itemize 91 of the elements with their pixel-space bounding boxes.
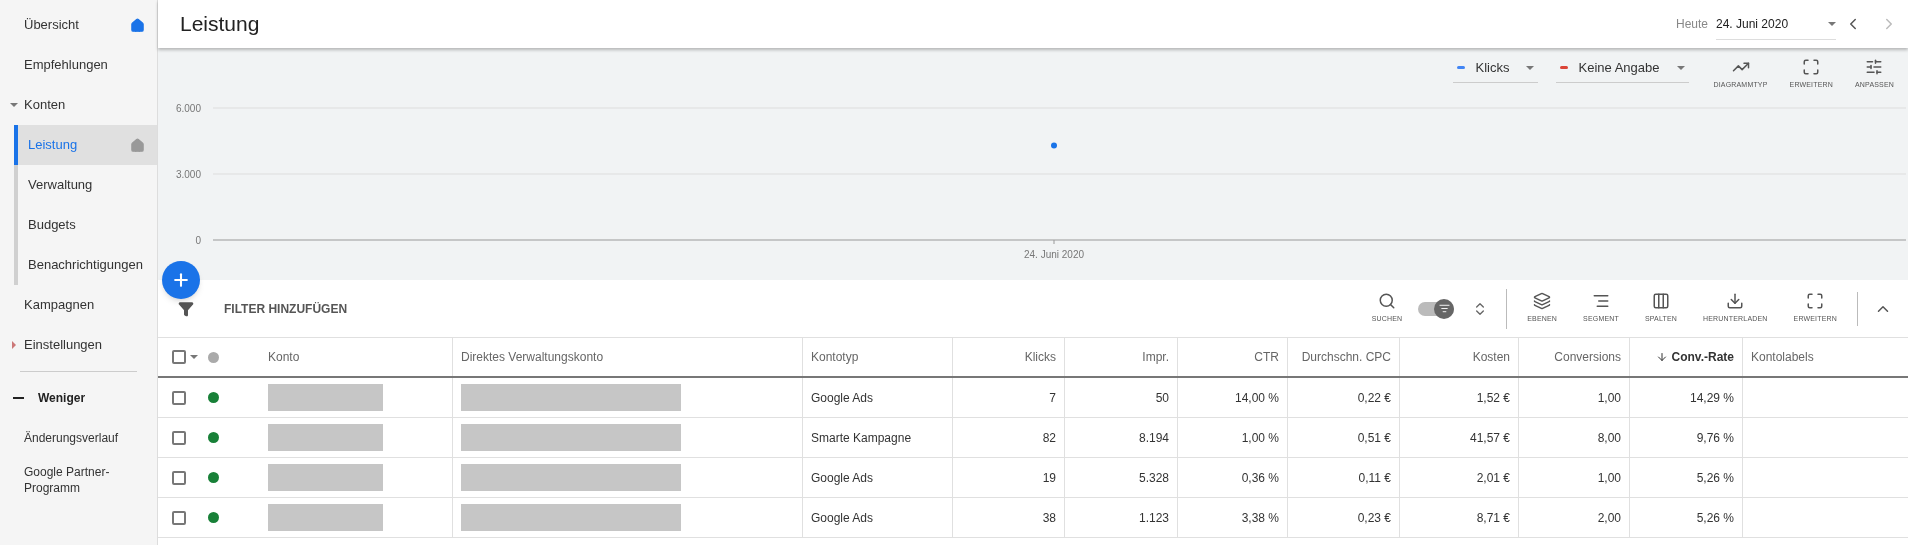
column-header[interactable]: Konto xyxy=(260,338,453,376)
table-cell-text: 14,00 % xyxy=(1234,389,1279,407)
column-header[interactable]: Direktes Verwaltungskonto xyxy=(453,338,803,376)
table-cell-text: 19 xyxy=(1042,469,1056,487)
table-cell-text: 8,71 € xyxy=(1476,509,1510,527)
status-icon xyxy=(208,351,219,363)
table-cell-text: 8,00 xyxy=(1597,429,1621,447)
column-header[interactable]: Conv.-Rate xyxy=(1630,338,1743,376)
nav-item[interactable]: Konten xyxy=(0,85,157,125)
table-cell-text: 0,22 € xyxy=(1357,389,1391,407)
table-cell-text: 3,38 % xyxy=(1241,509,1279,527)
table-cell-text: Google Ads xyxy=(811,389,874,407)
table-cell-text: 5.328 xyxy=(1138,469,1169,487)
x-tick-label: 24. Juni 2020 xyxy=(1023,249,1085,260)
nav-item[interactable]: Empfehlungen xyxy=(0,45,157,85)
fullscreen-icon xyxy=(1802,58,1821,76)
table-cell-text: 0,23 € xyxy=(1357,509,1391,527)
y-tick-label: 6.000 xyxy=(175,103,202,114)
nav-item[interactable]: Kampagnen xyxy=(0,285,157,325)
caret-icon xyxy=(1677,63,1686,72)
nav-item[interactable]: Verwaltung xyxy=(18,165,157,205)
less-toggle[interactable]: Weniger xyxy=(0,378,157,418)
table-cell-text: 1.123 xyxy=(1138,509,1169,527)
table-cell-text: 50 xyxy=(1155,389,1169,407)
minus-icon xyxy=(13,397,24,399)
column-header[interactable]: Conversions xyxy=(1519,338,1630,376)
table-cell-text: 38 xyxy=(1042,509,1056,527)
table-cell-text: 2,01 € xyxy=(1476,469,1510,487)
column-header[interactable]: Kosten xyxy=(1400,338,1519,376)
checkbox[interactable] xyxy=(172,470,186,485)
table-cell-text: 0,36 % xyxy=(1241,469,1279,487)
nav-item[interactable]: Budgets xyxy=(18,205,157,245)
table-cell-text: 41,57 € xyxy=(1469,429,1510,447)
table-cell-text: 8.194 xyxy=(1138,429,1169,447)
download-icon xyxy=(1726,292,1745,311)
table-cell-text: 1,00 xyxy=(1597,469,1621,487)
table-cell-text: 82 xyxy=(1042,429,1056,447)
less-label: Weniger xyxy=(38,390,86,407)
table-cell-text: 14,29 % xyxy=(1689,389,1734,407)
table-cell-text: 0,51 € xyxy=(1357,429,1391,447)
nav-item[interactable]: Benachrichtigungen xyxy=(18,245,157,285)
metric-select[interactable]: Keine Angabe xyxy=(1556,58,1690,83)
table-cell-text: 1,52 € xyxy=(1476,389,1510,407)
column-header[interactable]: CTR xyxy=(1178,338,1288,376)
checkbox[interactable] xyxy=(172,430,186,445)
table-cell-text: 5,26 % xyxy=(1696,469,1734,487)
sort-arrow-icon xyxy=(1655,351,1668,363)
column-header[interactable]: Durchschn. CPC xyxy=(1288,338,1400,376)
page-title: Leistung xyxy=(180,11,261,38)
nav-item[interactable]: Leistung xyxy=(18,125,157,165)
table-cell-text: 9,76 % xyxy=(1696,429,1734,447)
columns-icon xyxy=(1652,292,1670,311)
column-header[interactable]: Kontolabels xyxy=(1743,338,1908,376)
table-cell-text: 5,26 % xyxy=(1696,509,1734,527)
caret-icon xyxy=(10,101,18,109)
table-cell-text: 1,00 xyxy=(1597,389,1621,407)
nav-item[interactable]: Änderungsverlauf xyxy=(0,418,157,458)
nav-item[interactable]: Übersicht xyxy=(0,5,157,45)
nav-item[interactable]: Google Partner-Programm xyxy=(0,458,157,502)
y-tick-label: 0 xyxy=(195,235,202,246)
y-tick-label: 3.000 xyxy=(175,169,202,180)
table-cell-text: 1,00 % xyxy=(1241,429,1279,447)
caret-icon xyxy=(190,353,198,361)
column-header[interactable]: Impr. xyxy=(1065,338,1178,376)
table-cell-text: Google Ads xyxy=(811,469,874,487)
add-filter-button[interactable]: FILTER HINZUFÜGEN xyxy=(224,299,348,318)
table-cell-text: Google Ads xyxy=(811,509,874,527)
fullscreen-icon xyxy=(1806,292,1825,311)
nav-item[interactable]: Einstellungen xyxy=(0,325,157,365)
table-cell-text: Smarte Kampagne xyxy=(811,429,912,447)
table-cell-text: 7 xyxy=(1049,389,1056,407)
checkbox[interactable] xyxy=(172,510,186,525)
table-cell-text: 2,00 xyxy=(1597,509,1621,527)
list-icon xyxy=(1438,303,1450,314)
date-select[interactable]: 24. Juni 2020 xyxy=(1716,8,1836,40)
metric-select[interactable]: Klicks xyxy=(1453,58,1539,83)
search-icon xyxy=(1377,292,1396,311)
caret-icon xyxy=(10,341,18,349)
toggle-switch[interactable] xyxy=(1418,301,1455,316)
column-header[interactable]: Kontotyp xyxy=(803,338,953,376)
column-header[interactable]: Klicks xyxy=(953,338,1065,376)
sliders-icon xyxy=(1865,58,1884,76)
caret-icon xyxy=(1828,19,1836,28)
table-cell-text: 0,11 € xyxy=(1358,469,1391,487)
date-label: Heute xyxy=(1675,16,1708,33)
filter-icon[interactable] xyxy=(178,300,194,317)
checkbox[interactable] xyxy=(172,390,186,405)
caret-icon xyxy=(1526,63,1535,72)
plus-icon xyxy=(171,270,191,290)
layers-icon xyxy=(1533,292,1552,311)
checkbox[interactable] xyxy=(172,350,186,364)
